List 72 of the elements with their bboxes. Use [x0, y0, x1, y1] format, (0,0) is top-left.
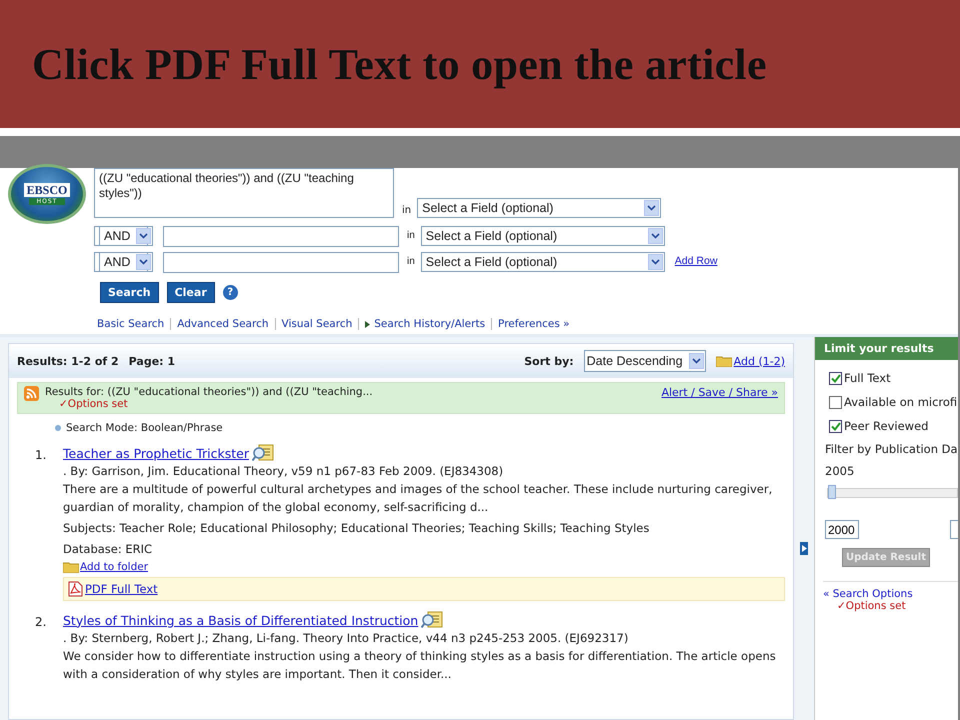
- in-label: in: [407, 230, 415, 242]
- result-abstract: We consider how to differentiate instruction using a theory of thinking styles as a basis for differentiation. The article opens with a consideration of why styles are important. Then it consider...: [63, 648, 777, 683]
- search-form-button[interactable]: Clear: [166, 282, 215, 303]
- field-dropdown[interactable]: Select a Field (optional): [420, 226, 665, 246]
- help-icon[interactable]: ?: [222, 285, 238, 300]
- result-byline: . By: Sternberg, Robert J.; Zhang, Li-fang. Theory Into Practice, v44 n3 p245-253 2005. (EJ692317): [63, 630, 630, 647]
- sidebar-heading: Limit your results: [815, 337, 958, 360]
- search-nav-link[interactable]: Advanced Search: [177, 318, 268, 330]
- checkbox-label: Peer Reviewed: [844, 419, 928, 433]
- results-for-text: Results for: ((ZU "educational theories")) and ((ZU "teaching...: [45, 386, 373, 398]
- sort-label: Sort by:: [524, 354, 574, 368]
- field-dropdown[interactable]: Select a Field (optional): [417, 198, 662, 218]
- rss-icon[interactable]: [24, 386, 39, 401]
- checkbox[interactable]: [829, 396, 842, 408]
- search-nav-link[interactable]: Basic Search: [97, 318, 164, 330]
- arrow-icon: [365, 320, 370, 328]
- alert-save-share-link[interactable]: Alert / Save / Share »: [661, 386, 778, 399]
- results-count: Results: 1-2 of 2: [17, 354, 119, 368]
- result-number: 2.: [35, 614, 48, 631]
- search-nav-link[interactable]: Visual Search: [282, 318, 352, 330]
- logo-text: EBSCO: [24, 183, 70, 197]
- result-title-link[interactable]: Teacher as Prophetic Trickster: [63, 446, 249, 460]
- to-year-field[interactable]: [950, 520, 958, 539]
- slide-title: Click PDF Full Text to open the article: [32, 38, 767, 90]
- query-field[interactable]: ((ZU "educational theories")) and ((ZU "teaching styles")): [94, 168, 394, 218]
- in-label: in: [402, 205, 412, 218]
- from-year-field[interactable]: 2000: [825, 520, 859, 539]
- caret-icon: [692, 358, 701, 364]
- pdf-full-text-link[interactable]: PDF Full Text: [85, 582, 158, 596]
- options-set-text: ✓Options set: [837, 600, 907, 612]
- bullet-icon: [55, 425, 61, 431]
- checkbox-label: Full Text: [844, 371, 891, 385]
- search-nav-link[interactable]: Search History/Alerts: [374, 318, 486, 330]
- search-nav-link[interactable]: Preferences »: [498, 318, 570, 330]
- result-title-link[interactable]: Styles of Thinking as a Basis of Differentiated Instruction: [63, 612, 418, 628]
- options-set-text: ✓Options set: [59, 398, 129, 410]
- result-number: 1.: [35, 447, 48, 464]
- result-database: Database: ERIC: [63, 541, 154, 558]
- sort-dropdown[interactable]: Date Descending: [584, 350, 706, 372]
- field-dropdown[interactable]: Select a Field (optional): [420, 252, 665, 272]
- pdf-icon: [68, 581, 83, 597]
- folder-icon: [63, 561, 79, 573]
- search-mode-text: Search Mode: Boolean/Phrase: [66, 422, 223, 434]
- filter-label: Filter by Publication Da: [825, 441, 958, 458]
- checkbox-label: Available on microfi: [844, 395, 958, 409]
- search-term-field[interactable]: [163, 226, 399, 246]
- in-label: in: [407, 256, 415, 268]
- search-term-field[interactable]: [163, 252, 399, 272]
- operator-dropdown[interactable]: AND: [99, 226, 153, 246]
- year-label: 2005: [825, 463, 856, 480]
- caret-icon: [647, 205, 656, 211]
- add-all-link[interactable]: Add (1-2): [734, 354, 785, 368]
- preview-magnifier-icon[interactable]: [252, 444, 274, 462]
- operator-dropdown[interactable]: AND: [99, 252, 153, 272]
- preview-magnifier-icon[interactable]: [421, 611, 444, 629]
- page-number: Page: 1: [128, 354, 176, 368]
- folder-icon: [716, 355, 732, 367]
- add-to-folder-link[interactable]: Add to folder: [80, 561, 148, 573]
- search-form-button[interactable]: Search: [100, 282, 159, 303]
- caret-icon: [650, 259, 660, 265]
- checkbox[interactable]: [829, 372, 842, 384]
- search-options-link[interactable]: « Search Options: [823, 588, 958, 600]
- caret-icon: [139, 233, 148, 239]
- checkbox[interactable]: [829, 420, 842, 432]
- add-row-link[interactable]: Add Row: [674, 255, 718, 269]
- caret-icon: [139, 259, 148, 265]
- slider-handle[interactable]: [828, 485, 836, 499]
- collapse-toggle-icon[interactable]: [800, 542, 808, 555]
- result-abstract: There are a multitude of powerful cultural archetypes and images of the school teacher. These include nurturing caregiver, guardian of morality, champion of the global economy, self-sacrificing d...: [63, 481, 774, 516]
- result-byline: . By: Garrison, Jim. Educational Theory, v59 n1 p67-83 Feb 2009. (EJ834308): [63, 463, 504, 480]
- caret-icon: [650, 233, 660, 239]
- result-subjects: Subjects: Teacher Role; Educational Philosophy; Educational Theories; Teaching Skills; Teaching Styles: [63, 520, 650, 537]
